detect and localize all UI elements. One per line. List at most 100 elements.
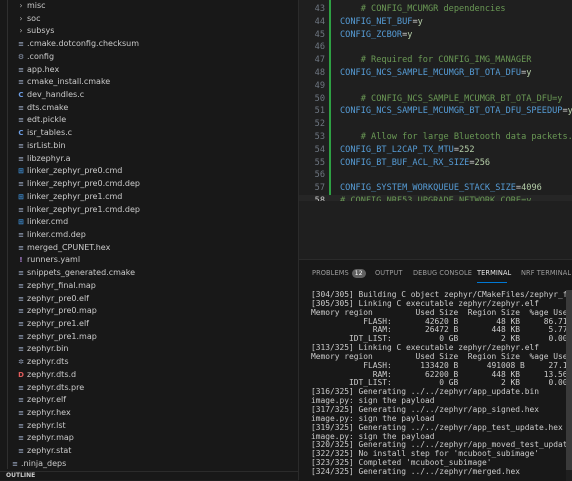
code-text: # Required for CONFIG_IMG_MANAGER xyxy=(340,54,532,67)
code-line[interactable]: 51 CONFIG_NCS_SAMPLE_MCUMGR_BT_OTA_DFU_SP… xyxy=(299,105,572,118)
panel-tab-nrf-terminal[interactable]: NRF TERMINAL xyxy=(521,269,571,277)
tree-file[interactable]: ≡ .cmake.dotconfig.checksum xyxy=(0,38,298,51)
code-line[interactable]: 56 xyxy=(299,169,572,182)
line-number: 45 xyxy=(314,29,325,40)
tree-file[interactable]: ≡ zephyr_final.map xyxy=(0,280,298,293)
terminal-scrollbar-thumb[interactable] xyxy=(566,290,572,470)
chevron-right-icon[interactable]: › xyxy=(16,13,26,26)
tree-file[interactable]: ≡ isrList.bin xyxy=(0,140,298,153)
code-line[interactable]: 55 CONFIG_BT_BUF_ACL_RX_SIZE=256 xyxy=(299,157,572,170)
chevron-right-icon[interactable]: › xyxy=(16,0,26,13)
chevron-right-icon[interactable]: › xyxy=(16,25,26,38)
tree-file[interactable]: ≡ zephyr.hex xyxy=(0,407,298,420)
code-text: # CONFIG_MCUMGR dependencies xyxy=(340,3,506,16)
tree-folder[interactable]: › subsys xyxy=(0,25,298,38)
tree-file[interactable]: ≡ linker_zephyr_pre1.cmd.dep xyxy=(0,204,298,217)
lines-icon: ≡ xyxy=(18,116,24,125)
code-line[interactable]: 46 xyxy=(299,41,572,54)
terminal-output[interactable]: [304/305] Building C object zephyr/CMake… xyxy=(311,291,572,481)
tree-item-label: linker_zephyr_pre0.cmd xyxy=(27,166,123,176)
tree-file[interactable]: ≡ zephyr_pre1.map xyxy=(0,331,298,344)
lines-icon: ≡ xyxy=(18,65,24,74)
tree-item-label: dts.cmake xyxy=(27,102,69,112)
code-line[interactable]: 52 xyxy=(299,118,572,131)
tree-file[interactable]: ≡ zephyr_pre0.map xyxy=(0,305,298,318)
code-line[interactable]: 50 # CONFIG_NCS_SAMPLE_MCUMGR_BT_OTA_DFU… xyxy=(299,93,572,106)
code-line[interactable]: 43 # CONFIG_MCUMGR dependencies xyxy=(299,3,572,16)
code-token: y xyxy=(417,16,423,27)
tree-item-label: .ninja_deps xyxy=(21,458,67,468)
code-text: CONFIG_NET_BUF=y xyxy=(340,16,423,29)
tree-item-label: zephyr.dts.d xyxy=(27,369,77,379)
tree-item-label: zephyr_pre1.map xyxy=(27,331,97,341)
tree-item-label: zephyr.hex xyxy=(27,408,71,417)
terminal-line: [324/325] Generating ../../zephyr/merged… xyxy=(311,466,521,476)
code-line[interactable]: 44 CONFIG_NET_BUF=y xyxy=(299,16,572,29)
problems-count-badge: 12 xyxy=(351,269,366,278)
tree-file[interactable]: ⊞ linker_zephyr_pre1.cmd xyxy=(0,191,298,204)
tree-file[interactable]: ≡ zephyr.elf xyxy=(0,394,298,407)
tree-file[interactable]: ≡ zephyr.lst xyxy=(0,420,298,433)
tree-file[interactable]: ≡ zephyr.dts.pre xyxy=(0,382,298,395)
panel-tab-problems[interactable]: PROBLEMS 12 xyxy=(312,269,366,278)
code-text: CONFIG_SYSTEM_WORKQUEUE_STACK_SIZE=4096 xyxy=(340,182,542,195)
panel-tab-label: TERMINAL xyxy=(477,269,512,277)
tree-item-label: edt.pickle xyxy=(27,115,67,125)
tree-file[interactable]: ≡ app.hex xyxy=(0,64,298,77)
tree-file[interactable]: ≡ cmake_install.cmake xyxy=(0,76,298,89)
tree-file[interactable]: ≡ zephyr_pre0.elf xyxy=(0,293,298,306)
lines-icon: ≡ xyxy=(18,307,24,316)
line-number: 55 xyxy=(314,157,325,168)
code-line[interactable]: 48 CONFIG_NCS_SAMPLE_MCUMGR_BT_OTA_DFU=y xyxy=(299,67,572,80)
bottom-panel: PROBLEMS 12 OUTPUT DEBUG CONSOLE TERMINAL NRF… xyxy=(299,259,572,481)
tree-file[interactable]: ≡ zephyr.map xyxy=(0,432,298,445)
tree-file[interactable]: ⚙ .config xyxy=(0,51,298,64)
tree-file[interactable]: ≡ dts.cmake xyxy=(0,102,298,115)
tree-file[interactable]: ≡ linker_zephyr_pre0.cmd.dep xyxy=(0,178,298,191)
tree-file[interactable]: ≡ libzephyr.a xyxy=(0,153,298,166)
tree-file[interactable]: ≡ linker.cmd.dep xyxy=(0,229,298,242)
tree-file[interactable]: ≡ snippets_generated.cmake xyxy=(0,267,298,280)
code-line[interactable]: 57 CONFIG_SYSTEM_WORKQUEUE_STACK_SIZE=409… xyxy=(299,182,572,195)
code-line[interactable]: 45 CONFIG_ZCBOR=y xyxy=(299,29,572,42)
lines-icon: ≡ xyxy=(12,459,18,468)
code-line[interactable]: 54 CONFIG_BT_L2CAP_TX_MTU=252 xyxy=(299,144,572,157)
outline-section-header[interactable]: OUTLINE xyxy=(0,471,298,480)
tree-file[interactable]: ≡ zephyr_pre1.elf xyxy=(0,318,298,331)
tree-file[interactable]: ⊞ linker_zephyr_pre0.cmd xyxy=(0,165,298,178)
line-number: 53 xyxy=(314,132,325,142)
panel-tab-terminal[interactable]: TERMINAL xyxy=(477,269,511,277)
active-tab-indicator xyxy=(477,282,507,283)
tree-folder[interactable]: › soc xyxy=(0,13,298,26)
line-number: 43 xyxy=(314,4,325,14)
code-token: 256 xyxy=(474,157,491,168)
lines-icon: ≡ xyxy=(18,281,24,290)
lines-icon: ≡ xyxy=(18,103,24,112)
line-number: 44 xyxy=(314,16,325,27)
code-editor[interactable]: 43 # CONFIG_MCUMGR dependencies 44 CONFIG_… xyxy=(299,0,572,201)
tree-file[interactable]: ≡ zephyr.stat xyxy=(0,445,298,458)
tree-file[interactable]: ≡ .ninja_deps xyxy=(0,458,298,471)
tree-folder[interactable]: › misc xyxy=(0,0,298,13)
tree-file[interactable]: Dzephyr.dts.d xyxy=(0,369,298,382)
editor-empty-area[interactable] xyxy=(299,201,572,259)
tree-file[interactable]: Cisr_tables.c xyxy=(0,127,298,140)
tree-file[interactable]: ≡ edt.pickle xyxy=(0,114,298,127)
code-line[interactable]: 53 # Allow for large Bluetooth data pack… xyxy=(299,131,572,144)
tree-file[interactable]: ≡ zephyr.bin xyxy=(0,343,298,356)
tree-file[interactable]: ✲ zephyr.dts xyxy=(0,356,298,369)
windows-icon: ⊞ xyxy=(18,192,24,201)
tree-file[interactable]: ! runners.yaml xyxy=(0,254,298,267)
code-line[interactable]: 47 # Required for CONFIG_IMG_MANAGER xyxy=(299,54,572,67)
tree-item-label: subsys xyxy=(27,26,55,36)
panel-tab-output[interactable]: OUTPUT xyxy=(375,269,402,277)
line-number: 48 xyxy=(314,68,325,78)
lines-icon: ≡ xyxy=(18,154,24,163)
tree-file[interactable]: Cdev_handles.c xyxy=(0,89,298,102)
code-line[interactable]: 49 xyxy=(299,80,572,93)
panel-tab-debug-console[interactable]: DEBUG CONSOLE xyxy=(413,269,472,277)
tree-file[interactable]: ⊞ linker.cmd xyxy=(0,216,298,229)
tree-item-label: isrList.bin xyxy=(27,140,66,150)
panel-tab-label: NRF TERMINAL xyxy=(521,269,572,277)
tree-file[interactable]: ≡ merged_CPUNET.hex xyxy=(0,242,298,255)
